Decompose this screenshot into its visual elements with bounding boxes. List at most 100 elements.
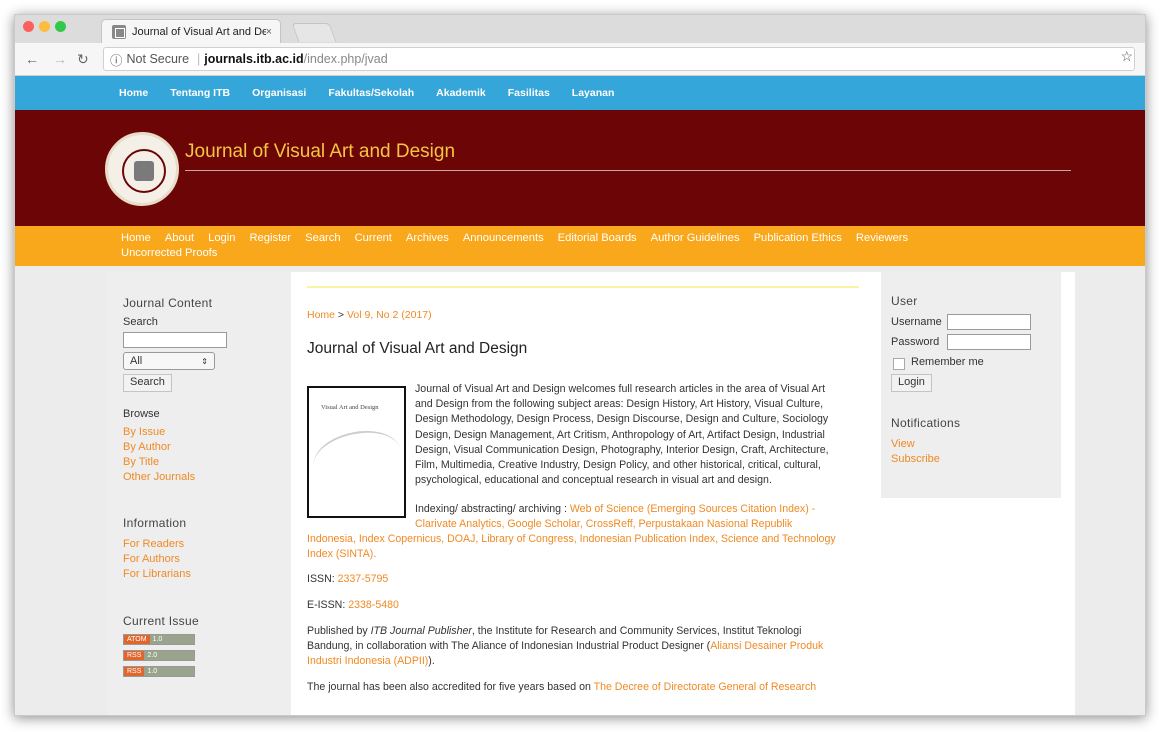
banner-divider xyxy=(185,170,1071,171)
publisher-prefix: Published by xyxy=(307,625,371,637)
close-window-button[interactable] xyxy=(23,21,34,32)
eissn-label: E-ISSN: xyxy=(307,599,349,611)
zoom-window-button[interactable] xyxy=(55,21,66,32)
indexing-link[interactable]: Clarivate Analytics, Google Scholar, Cro… xyxy=(415,517,815,532)
search-scope-value: All xyxy=(130,355,143,367)
rss1-feed-badge[interactable]: RSS 1.0 xyxy=(123,666,195,677)
eissn-link[interactable]: 2338-5480 xyxy=(348,599,399,611)
mainnav-item[interactable]: Author Guidelines xyxy=(651,232,740,244)
feed-version: 2.0 xyxy=(144,651,194,660)
feed-version: 1.0 xyxy=(144,667,194,676)
notifications-heading: Notifications xyxy=(891,416,961,430)
topnav-item[interactable]: Fakultas/Sekolah xyxy=(328,87,414,99)
topnav-item[interactable]: Organisasi xyxy=(252,87,306,99)
mainnav-item[interactable]: Current xyxy=(355,232,392,244)
notifications-subscribe-link[interactable]: Subscribe xyxy=(891,453,940,465)
adpii-link[interactable]: Industri Indonesia (ADPII) xyxy=(307,655,428,667)
remember-me-checkbox[interactable] xyxy=(893,358,905,370)
atom-feed-badge[interactable]: ATOM 1.0 xyxy=(123,634,195,645)
forward-arrow-icon[interactable]: → xyxy=(53,51,67,67)
minimize-window-button[interactable] xyxy=(39,21,50,32)
mainnav-item[interactable]: Reviewers xyxy=(856,232,908,244)
url-host: journals.itb.ac.id xyxy=(204,52,304,66)
url-separator: | xyxy=(197,52,201,66)
topnav-item[interactable]: Home xyxy=(119,87,148,99)
cover-wave-graphic xyxy=(308,423,406,493)
mainnav-item[interactable]: Editorial Boards xyxy=(558,232,637,244)
mainnav-item[interactable]: Register xyxy=(249,232,291,244)
mainnav-item[interactable]: Uncorrected Proofs xyxy=(121,247,217,259)
for-readers-link[interactable]: For Readers xyxy=(123,538,184,550)
search-scope-select[interactable]: All ⇕ xyxy=(123,352,215,370)
browse-by-issue-link[interactable]: By Issue xyxy=(123,426,165,438)
login-button[interactable]: Login xyxy=(891,374,932,392)
select-arrows-icon: ⇕ xyxy=(201,356,208,366)
favicon-icon xyxy=(112,25,126,39)
mainnav-item[interactable]: Archives xyxy=(406,232,449,244)
for-librarians-link[interactable]: For Librarians xyxy=(123,568,191,580)
topnav-item[interactable]: Fasilitas xyxy=(508,87,550,99)
left-sidebar: Journal Content Search All ⇕ Search Brow… xyxy=(107,272,291,715)
eissn-line: E-ISSN: 2338-5480 xyxy=(307,598,399,613)
description-line: and Design from the following subject ar… xyxy=(415,398,824,411)
search-button[interactable]: Search xyxy=(123,374,172,392)
password-input[interactable] xyxy=(947,334,1031,350)
address-bar[interactable]: ⓘ Not Secure | journals.itb.ac.id/index.… xyxy=(103,47,1135,71)
mainnav-item[interactable]: Announcements xyxy=(463,232,544,244)
right-sidebar: User Username Password Remember me Login… xyxy=(881,272,1061,498)
issn-link[interactable]: 2337-5795 xyxy=(338,573,389,585)
username-input[interactable] xyxy=(947,314,1031,330)
password-label: Password xyxy=(891,336,940,348)
current-issue-heading: Current Issue xyxy=(123,614,199,628)
other-journals-link[interactable]: Other Journals xyxy=(123,471,195,483)
publisher-text: ). xyxy=(428,655,435,668)
cover-title: Visual Art and Design xyxy=(321,404,379,411)
browse-by-author-link[interactable]: By Author xyxy=(123,441,171,453)
mainnav-item[interactable]: Publication Ethics xyxy=(754,232,842,244)
yellow-divider xyxy=(307,286,859,288)
rss2-feed-badge[interactable]: RSS 2.0 xyxy=(123,650,195,661)
notifications-view-link[interactable]: View xyxy=(891,438,915,450)
adpii-link[interactable]: Aliansi Desainer Produk xyxy=(710,640,823,652)
browse-by-title-link[interactable]: By Title xyxy=(123,456,159,468)
description-line: Design, Design Management, Art Critism, … xyxy=(415,428,825,441)
journal-banner: Journal of Visual Art and Design xyxy=(15,110,1145,226)
web-page: Home Tentang ITB Organisasi Fakultas/Sek… xyxy=(15,76,1145,715)
browser-tab[interactable]: Journal of Visual Art and Desig × xyxy=(101,19,281,44)
journal-content-heading: Journal Content xyxy=(123,296,213,310)
browser-window: Journal of Visual Art and Desig × ← → ↻ … xyxy=(14,14,1146,716)
publisher-paragraph: Published by ITB Journal Publisher, the … xyxy=(307,624,823,670)
description-line: Journal of Visual Art and Design welcome… xyxy=(415,383,826,395)
window-controls xyxy=(23,21,66,32)
feed-version: 1.0 xyxy=(149,635,194,644)
tab-close-icon[interactable]: × xyxy=(266,26,272,38)
reload-icon[interactable]: ↻ xyxy=(77,51,89,68)
feed-kind: ATOM xyxy=(124,635,150,644)
mainnav-item[interactable]: Login xyxy=(208,232,235,244)
breadcrumb-issue-link[interactable]: Vol 9, No 2 (2017) xyxy=(347,309,432,321)
bookmark-star-icon[interactable]: ☆ xyxy=(1120,48,1133,65)
description-line: Design Methodology, Design Process, Desi… xyxy=(415,413,829,426)
decree-link[interactable]: The Decree of Directorate General of Res… xyxy=(594,681,817,693)
breadcrumb-home-link[interactable]: Home xyxy=(307,309,335,321)
back-arrow-icon[interactable]: ← xyxy=(25,51,39,67)
topnav-item[interactable]: Layanan xyxy=(572,87,615,99)
search-input[interactable] xyxy=(123,332,227,348)
mainnav-item[interactable]: Home xyxy=(121,232,151,244)
accreditation-paragraph: The journal has been also accredited for… xyxy=(307,680,816,695)
new-tab-button[interactable] xyxy=(291,23,337,42)
for-authors-link[interactable]: For Authors xyxy=(123,553,180,565)
breadcrumb-separator: > xyxy=(335,309,347,321)
breadcrumb: Home > Vol 9, No 2 (2017) xyxy=(307,309,432,321)
itb-top-nav: Home Tentang ITB Organisasi Fakultas/Sek… xyxy=(15,76,1145,110)
topnav-item[interactable]: Akademik xyxy=(436,87,486,99)
indexing-link[interactable]: Index (SINTA). xyxy=(307,547,836,562)
info-icon[interactable]: ⓘ xyxy=(110,50,123,69)
mainnav-item[interactable]: Search xyxy=(305,232,340,244)
journal-banner-title: Journal of Visual Art and Design xyxy=(185,141,456,162)
indexing-link[interactable]: Indonesia, Index Copernicus, DOAJ, Libra… xyxy=(307,532,836,547)
indexing-link[interactable]: Web of Science (Emerging Sources Citatio… xyxy=(570,503,815,515)
topnav-item[interactable]: Tentang ITB xyxy=(170,87,230,99)
indexing-block-1: Indexing/ abstracting/ archiving : Web o… xyxy=(415,502,815,532)
mainnav-item[interactable]: About xyxy=(165,232,194,244)
